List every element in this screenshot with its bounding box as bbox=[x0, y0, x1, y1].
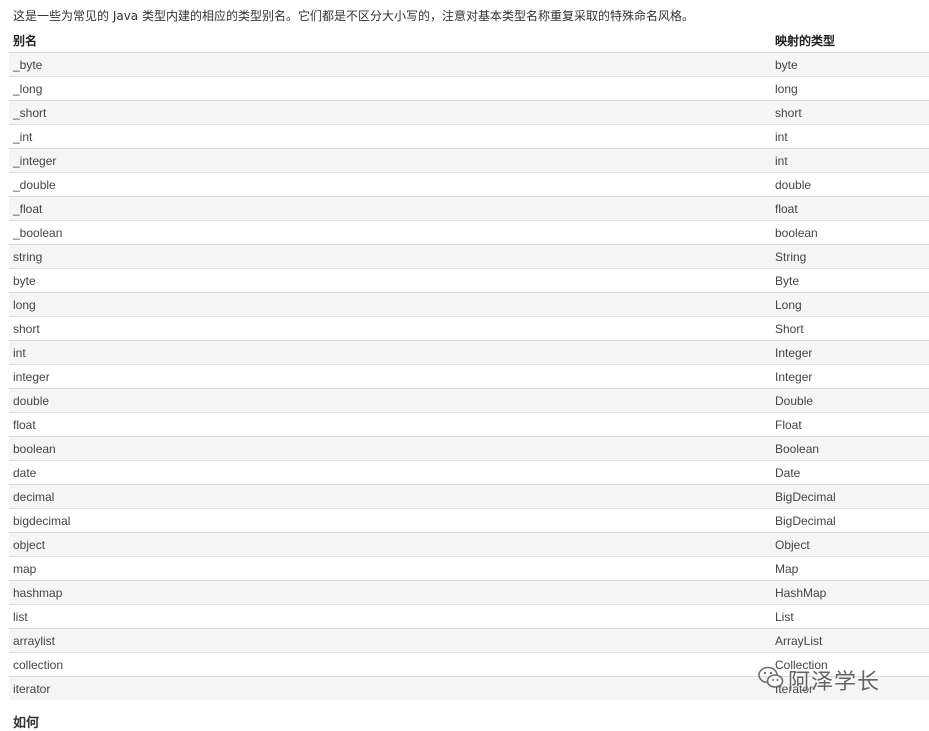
alias-cell: _short bbox=[9, 100, 771, 125]
mapped-type-cell: Date bbox=[771, 460, 929, 485]
table-row: _integer int bbox=[9, 148, 929, 173]
alias-cell: int bbox=[9, 340, 771, 365]
table-row: double Double bbox=[9, 388, 929, 413]
alias-cell: _integer bbox=[9, 148, 771, 173]
alias-cell: long bbox=[9, 292, 771, 317]
table-row: arraylist ArrayList bbox=[9, 628, 929, 653]
mapped-type-cell: Map bbox=[771, 556, 929, 581]
table-row: string String bbox=[9, 244, 929, 269]
table-row: int Integer bbox=[9, 340, 929, 365]
mapped-type-cell: Long bbox=[771, 292, 929, 317]
table-header-row: 别名 映射的类型 bbox=[9, 28, 929, 53]
alias-cell: double bbox=[9, 388, 771, 413]
table-row: object Object bbox=[9, 532, 929, 557]
alias-cell: _long bbox=[9, 76, 771, 101]
table-row: boolean Boolean bbox=[9, 436, 929, 461]
mapped-type-cell: float bbox=[771, 196, 929, 221]
table-row: byte Byte bbox=[9, 268, 929, 293]
table-row: float Float bbox=[9, 412, 929, 437]
mapped-type-cell: double bbox=[771, 172, 929, 197]
mapped-type-cell: ArrayList bbox=[771, 628, 929, 653]
mapped-type-cell: int bbox=[771, 124, 929, 149]
alias-cell: hashmap bbox=[9, 580, 771, 605]
mapped-type-cell: Collection bbox=[771, 652, 929, 677]
type-alias-table: 别名 映射的类型 _byte byte _long long _short short _i… bbox=[9, 28, 929, 700]
table-row: bigdecimal BigDecimal bbox=[9, 508, 929, 533]
mapped-type-cell: Integer bbox=[771, 364, 929, 389]
mapped-type-cell: short bbox=[771, 100, 929, 125]
mapped-type-cell: long bbox=[771, 76, 929, 101]
table-row: _float float bbox=[9, 196, 929, 221]
mapped-type-cell: BigDecimal bbox=[771, 508, 929, 533]
mapped-type-cell: boolean bbox=[771, 220, 929, 245]
alias-cell: short bbox=[9, 316, 771, 341]
mapped-type-cell: HashMap bbox=[771, 580, 929, 605]
mapped-type-cell: Double bbox=[771, 388, 929, 413]
mapped-type-cell: List bbox=[771, 604, 929, 629]
alias-cell: iterator bbox=[9, 676, 771, 700]
mapped-type-cell: Boolean bbox=[771, 436, 929, 461]
table-row: _byte byte bbox=[9, 52, 929, 77]
table-row: map Map bbox=[9, 556, 929, 581]
alias-cell: _byte bbox=[9, 52, 771, 77]
table-row: _long long bbox=[9, 76, 929, 101]
alias-cell: _int bbox=[9, 124, 771, 149]
alias-cell: float bbox=[9, 412, 771, 437]
alias-cell: list bbox=[9, 604, 771, 629]
alias-cell: boolean bbox=[9, 436, 771, 461]
mapped-type-cell: BigDecimal bbox=[771, 484, 929, 509]
mapped-type-cell: Short bbox=[771, 316, 929, 341]
header-alias: 别名 bbox=[13, 33, 38, 48]
alias-cell: bigdecimal bbox=[9, 508, 771, 533]
table-row: hashmap HashMap bbox=[9, 580, 929, 605]
alias-cell: _double bbox=[9, 172, 771, 197]
alias-cell: _float bbox=[9, 196, 771, 221]
alias-cell: map bbox=[9, 556, 771, 581]
alias-cell: collection bbox=[9, 652, 771, 677]
alias-cell: object bbox=[9, 532, 771, 557]
alias-cell: arraylist bbox=[9, 628, 771, 653]
table-row: iterator Iterator bbox=[9, 676, 929, 700]
mapped-type-cell: byte bbox=[771, 52, 929, 77]
header-mapped-type: 映射的类型 bbox=[775, 33, 836, 48]
alias-cell: integer bbox=[9, 364, 771, 389]
table-row: _double double bbox=[9, 172, 929, 197]
mapped-type-cell: int bbox=[771, 148, 929, 173]
table-row: _boolean boolean bbox=[9, 220, 929, 245]
table-row: _short short bbox=[9, 100, 929, 125]
table-row: date Date bbox=[9, 460, 929, 485]
table-row: long Long bbox=[9, 292, 929, 317]
alias-cell: byte bbox=[9, 268, 771, 293]
table-row: decimal BigDecimal bbox=[9, 484, 929, 509]
mapped-type-cell: Iterator bbox=[771, 676, 929, 700]
intro-paragraph: 这是一些为常见的 Java 类型内建的相应的类型别名。它们都是不区分大小写的，注… bbox=[13, 9, 694, 23]
mapped-type-cell: Byte bbox=[771, 268, 929, 293]
table-row: integer Integer bbox=[9, 364, 929, 389]
next-section-heading: 如何 bbox=[13, 716, 40, 731]
mapped-type-cell: String bbox=[771, 244, 929, 269]
mapped-type-cell: Object bbox=[771, 532, 929, 557]
table-row: collection Collection bbox=[9, 652, 929, 677]
mapped-type-cell: Integer bbox=[771, 340, 929, 365]
table-body: _byte byte _long long _short short _int int _int… bbox=[9, 52, 929, 700]
table-row: _int int bbox=[9, 124, 929, 149]
alias-cell: string bbox=[9, 244, 771, 269]
alias-cell: date bbox=[9, 460, 771, 485]
table-row: list List bbox=[9, 604, 929, 629]
table-row: short Short bbox=[9, 316, 929, 341]
alias-cell: _boolean bbox=[9, 220, 771, 245]
mapped-type-cell: Float bbox=[771, 412, 929, 437]
alias-cell: decimal bbox=[9, 484, 771, 509]
